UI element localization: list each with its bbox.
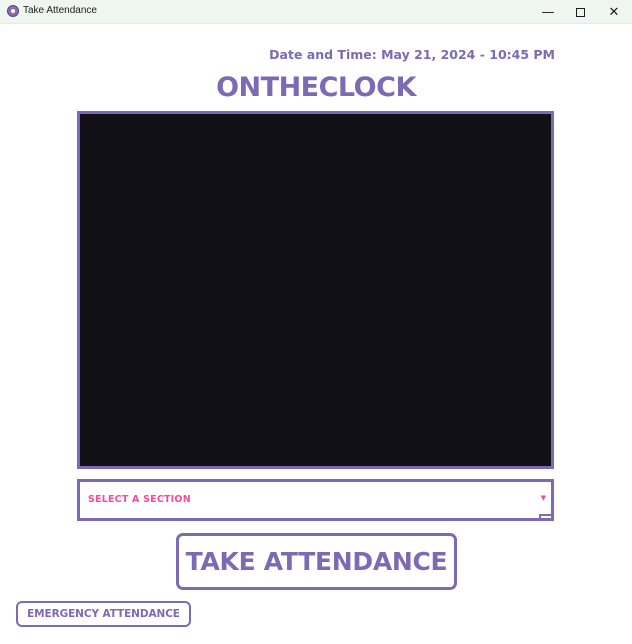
close-icon: ✕	[608, 4, 620, 20]
section-select[interactable]: SELECT A SECTION ▼	[77, 479, 554, 521]
maximize-icon	[575, 7, 585, 17]
section-select-value: SELECT A SECTION	[88, 494, 191, 505]
date-time-label: Date and Time: May 21, 2024 - 10:45 PM	[269, 47, 555, 62]
emergency-attendance-button[interactable]: EMERGENCY ATTENDANCE	[16, 601, 191, 627]
close-button[interactable]: ✕	[597, 0, 631, 24]
take-attendance-button[interactable]: TAKE ATTENDANCE	[176, 533, 457, 590]
minimize-icon: —	[541, 4, 555, 20]
chevron-down-icon[interactable]: ▼	[541, 494, 546, 502]
app-brand-title: ONTHECLOCK	[216, 72, 416, 103]
window-title: Take Attendance	[23, 5, 97, 16]
app-logo-icon	[7, 5, 19, 17]
camera-feed	[77, 111, 554, 469]
maximize-button[interactable]	[563, 0, 597, 24]
window-titlebar: Take Attendance — ✕	[0, 0, 632, 24]
resize-handle	[539, 514, 551, 518]
minimize-button[interactable]: —	[531, 0, 565, 24]
